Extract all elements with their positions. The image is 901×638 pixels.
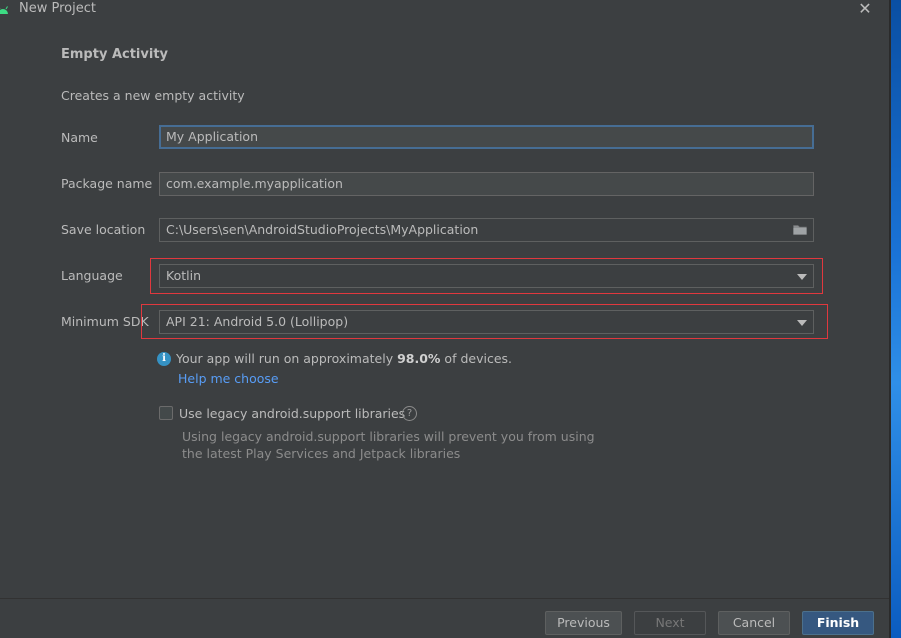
- package-name-field[interactable]: com.example.myapplication: [159, 172, 814, 196]
- name-field[interactable]: My Application: [159, 125, 814, 149]
- question-mark-icon[interactable]: ?: [402, 406, 417, 421]
- coverage-suffix: of devices.: [440, 351, 512, 366]
- template-description: Creates a new empty activity: [61, 88, 245, 103]
- folder-icon[interactable]: [793, 224, 807, 235]
- save-location-value: C:\Users\sen\AndroidStudioProjects\MyApp…: [166, 222, 479, 237]
- language-label: Language: [61, 268, 123, 283]
- help-me-choose-link[interactable]: Help me choose: [178, 371, 279, 386]
- android-icon: [0, 6, 8, 14]
- legacy-note-line-1: Using legacy android.support libraries w…: [182, 429, 595, 444]
- minimum-sdk-highlight-box: [141, 304, 828, 339]
- next-button[interactable]: Next: [634, 611, 706, 635]
- name-label: Name: [61, 130, 98, 145]
- legacy-support-label[interactable]: Use legacy android.support libraries: [179, 406, 405, 421]
- close-icon[interactable]: ✕: [856, 0, 874, 18]
- legacy-support-checkbox[interactable]: [159, 406, 173, 420]
- title-bar: New Project ✕: [0, 0, 889, 20]
- template-heading: Empty Activity: [61, 47, 169, 62]
- new-project-dialog: New Project ✕ Empty Activity Creates a n…: [0, 0, 889, 638]
- save-location-field[interactable]: C:\Users\sen\AndroidStudioProjects\MyApp…: [159, 218, 814, 242]
- desktop-background: [889, 0, 901, 638]
- legacy-support-note: Using legacy android.support libraries w…: [182, 428, 595, 462]
- footer-divider: [0, 598, 889, 599]
- info-icon: i: [157, 352, 171, 366]
- finish-button[interactable]: Finish: [802, 611, 874, 635]
- coverage-prefix: Your app will run on approximately: [176, 351, 398, 366]
- cancel-button[interactable]: Cancel: [718, 611, 790, 635]
- package-name-label: Package name: [61, 176, 153, 191]
- device-coverage-text: Your app will run on approximately 98.0%…: [176, 351, 512, 366]
- minimum-sdk-label: Minimum SDK: [61, 314, 149, 329]
- save-location-label: Save location: [61, 222, 146, 237]
- language-highlight-box: [150, 258, 823, 294]
- legacy-note-line-2: the latest Play Services and Jetpack lib…: [182, 446, 461, 461]
- coverage-percent: 98.0%: [397, 351, 441, 366]
- window-title: New Project: [19, 1, 96, 16]
- previous-button[interactable]: Previous: [545, 611, 622, 635]
